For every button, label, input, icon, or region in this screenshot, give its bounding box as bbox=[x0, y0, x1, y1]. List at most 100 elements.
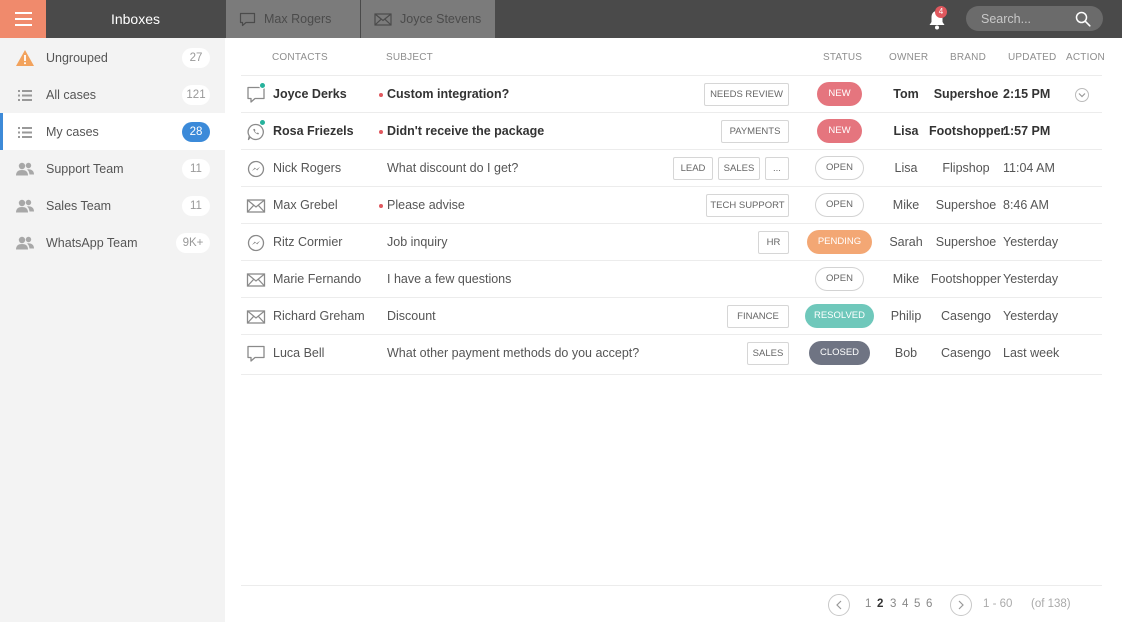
table-row[interactable]: Rosa Friezels Didn't receive the package… bbox=[241, 112, 1102, 149]
case-subject[interactable]: Custom integration? bbox=[387, 87, 509, 101]
column-header-contacts[interactable]: CONTACTS bbox=[272, 52, 328, 63]
sidebar-item-my-cases[interactable]: My cases 28 bbox=[0, 113, 225, 150]
updated-time: 2:15 PM bbox=[1003, 87, 1051, 101]
next-page-button[interactable] bbox=[950, 594, 972, 616]
row-action-dropdown[interactable] bbox=[1075, 88, 1089, 102]
case-subject[interactable]: Please advise bbox=[387, 198, 465, 212]
case-subject[interactable]: I have a few questions bbox=[387, 272, 511, 286]
case-subject[interactable]: What discount do I get? bbox=[387, 161, 518, 175]
owner: Sarah bbox=[889, 235, 923, 249]
sidebar-item-label: Sales Team bbox=[46, 198, 112, 213]
messenger-icon bbox=[247, 160, 265, 178]
contact-name[interactable]: Joyce Derks bbox=[273, 87, 347, 101]
table-row[interactable]: Ritz Cormier Job inquiry HR PENDING Sara… bbox=[241, 223, 1102, 260]
page-number[interactable]: 3 bbox=[890, 598, 896, 610]
online-indicator bbox=[259, 119, 266, 126]
case-subject[interactable]: Job inquiry bbox=[387, 235, 447, 249]
sidebar-item-label: My cases bbox=[46, 124, 99, 139]
envelope-icon bbox=[246, 310, 266, 324]
column-header-updated[interactable]: UPDATED bbox=[1008, 52, 1056, 63]
status-badge: RESOLVED bbox=[805, 304, 874, 328]
tab-max-rogers[interactable]: Max Rogers bbox=[226, 0, 360, 38]
page-number[interactable]: 5 bbox=[914, 598, 920, 610]
menu-icon-line bbox=[14, 12, 32, 14]
sidebar-item-whatsapp-team[interactable]: WhatsApp Team 9K+ bbox=[0, 224, 225, 261]
sidebar-item-count: 121 bbox=[182, 84, 210, 105]
column-header-brand[interactable]: BRAND bbox=[950, 52, 986, 63]
status-badge: OPEN bbox=[815, 267, 864, 291]
owner: Mike bbox=[892, 198, 920, 212]
chevron-left-icon bbox=[836, 600, 842, 610]
table-row[interactable]: Marie Fernando I have a few questions OP… bbox=[241, 260, 1102, 297]
chevron-right-icon bbox=[958, 600, 964, 610]
owner: Lisa bbox=[894, 161, 918, 175]
page-number[interactable]: 6 bbox=[926, 598, 932, 610]
case-tag[interactable]: LEAD bbox=[673, 157, 713, 180]
table-row[interactable]: Joyce Derks Custom integration? NEEDS RE… bbox=[241, 75, 1102, 112]
table-row[interactable]: Nick Rogers What discount do I get? LEAD… bbox=[241, 149, 1102, 186]
table-row[interactable]: Luca Bell What other payment methods do … bbox=[241, 334, 1102, 371]
chevron-down-icon bbox=[1078, 93, 1086, 98]
tab-joyce-stevens[interactable]: Joyce Stevens bbox=[361, 0, 495, 38]
contact-name[interactable]: Ritz Cormier bbox=[273, 235, 342, 249]
case-tag[interactable]: SALES bbox=[747, 342, 789, 365]
sidebar-item-all-cases[interactable]: All cases 121 bbox=[0, 76, 225, 113]
status-badge: PENDING bbox=[807, 230, 872, 254]
table-row[interactable]: Max Grebel Please advise TECH SUPPORT OP… bbox=[241, 186, 1102, 223]
updated-time: 11:04 AM bbox=[1003, 161, 1055, 175]
sidebar-item-label: All cases bbox=[46, 87, 97, 102]
search-placeholder: Search... bbox=[981, 11, 1032, 26]
brand: Supershoe bbox=[935, 235, 997, 249]
contact-name[interactable]: Richard Greham bbox=[273, 309, 365, 323]
status-badge: NEW bbox=[817, 119, 862, 143]
table-row[interactable]: Richard Greham Discount FINANCE RESOLVED… bbox=[241, 297, 1102, 334]
page-number[interactable]: 4 bbox=[902, 598, 908, 610]
menu-icon-line bbox=[14, 18, 32, 20]
page-number-current[interactable]: 2 bbox=[877, 598, 883, 610]
search-input[interactable]: Search... bbox=[966, 6, 1103, 31]
case-tag[interactable]: SALES bbox=[718, 157, 760, 180]
case-tag[interactable]: TECH SUPPORT bbox=[706, 194, 789, 217]
contact-name[interactable]: Max Grebel bbox=[273, 198, 338, 212]
contact-name[interactable]: Rosa Friezels bbox=[273, 124, 354, 138]
case-tag[interactable]: HR bbox=[758, 231, 789, 254]
status-badge: CLOSED bbox=[809, 341, 870, 365]
case-subject[interactable]: Didn't receive the package bbox=[387, 124, 544, 138]
case-subject[interactable]: What other payment methods do you accept… bbox=[387, 346, 639, 360]
sidebar-item-ungrouped[interactable]: Ungrouped 27 bbox=[0, 39, 225, 76]
owner: Mike bbox=[892, 272, 920, 286]
sidebar-item-sales-team[interactable]: Sales Team 11 bbox=[0, 187, 225, 224]
sidebar-item-label: WhatsApp Team bbox=[46, 235, 138, 250]
sidebar-item-support-team[interactable]: Support Team 11 bbox=[0, 150, 225, 187]
contact-name[interactable]: Marie Fernando bbox=[273, 272, 361, 286]
brand: Supershoe bbox=[933, 87, 999, 101]
messenger-icon bbox=[247, 234, 265, 252]
online-indicator bbox=[259, 82, 266, 89]
search-icon bbox=[1075, 11, 1091, 27]
owner: Bob bbox=[894, 346, 918, 360]
sidebar-item-count: 27 bbox=[182, 47, 210, 68]
column-header-status[interactable]: STATUS bbox=[823, 52, 862, 63]
pagination-total: (of 138) bbox=[1031, 598, 1071, 610]
sidebar-item-count: 11 bbox=[182, 195, 210, 216]
case-tag[interactable]: FINANCE bbox=[727, 305, 789, 328]
case-tag[interactable]: NEEDS REVIEW bbox=[704, 83, 789, 106]
case-subject[interactable]: Discount bbox=[387, 309, 436, 323]
contact-name[interactable]: Nick Rogers bbox=[273, 161, 341, 175]
sidebar-item-label: Ungrouped bbox=[46, 50, 108, 65]
contact-name[interactable]: Luca Bell bbox=[273, 346, 324, 360]
case-tag[interactable]: PAYMENTS bbox=[721, 120, 789, 143]
envelope-icon bbox=[246, 199, 266, 213]
team-icon bbox=[15, 234, 35, 252]
owner: Philip bbox=[890, 309, 922, 323]
hamburger-menu-button[interactable] bbox=[0, 0, 46, 38]
column-header-owner[interactable]: OWNER bbox=[889, 52, 928, 63]
previous-page-button[interactable] bbox=[828, 594, 850, 616]
pagination-range: 1 - 60 bbox=[983, 598, 1013, 610]
column-header-subject[interactable]: SUBJECT bbox=[386, 52, 433, 63]
unread-dot bbox=[379, 204, 383, 208]
tab-label: Joyce Stevens bbox=[400, 12, 482, 26]
more-tags-button[interactable]: ... bbox=[765, 157, 789, 180]
warning-icon bbox=[15, 49, 35, 67]
page-number[interactable]: 1 bbox=[865, 598, 871, 610]
